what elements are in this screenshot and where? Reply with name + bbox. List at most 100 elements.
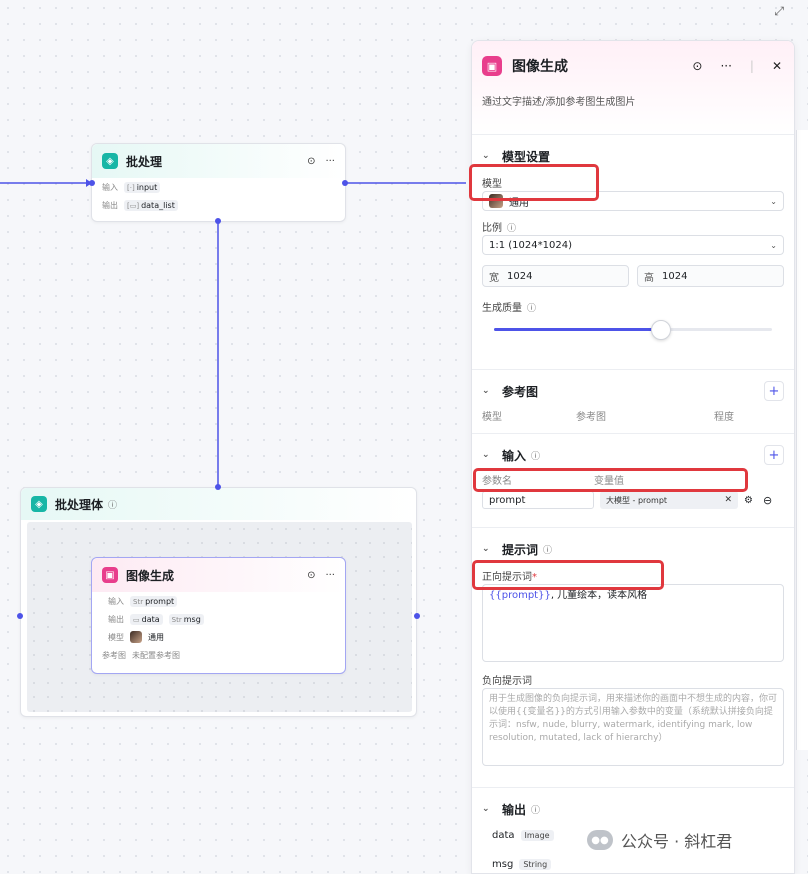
image-node-model-row: 模型 通用 — [92, 628, 345, 646]
batch-node[interactable]: ◈ 批处理 ⊙ ··· 输入 [·] input 输出 [▭] data_list — [91, 143, 346, 222]
image-node-ref-row: 参考图 未配置参考图 — [92, 646, 345, 664]
batch-bottom-port[interactable] — [215, 218, 221, 224]
array-icon: [▭] — [127, 201, 140, 210]
prompt-header[interactable]: ⌄ 提示词 ⓘ — [482, 538, 784, 560]
ref-value: 未配置参考图 — [132, 650, 180, 660]
input-label: 输入 — [108, 596, 124, 606]
info-icon[interactable]: ⓘ — [531, 803, 540, 816]
output-label: 输出 — [102, 200, 118, 210]
chevron-down-icon: ⌄ — [770, 240, 777, 250]
height-input[interactable]: 高 1024 — [637, 265, 784, 287]
reference-section: ⌄ 参考图 + 模型 参考图 程度 — [472, 370, 794, 434]
string-icon: Str — [171, 615, 182, 624]
reference-columns: 模型 参考图 程度 — [482, 412, 734, 423]
batch-node-header: ◈ 批处理 ⊙ ··· — [92, 144, 345, 178]
panel-header: ▣ 图像生成 ⊙ ··· | ✕ 通过文字描述/添加参考图生成图片 — [472, 41, 794, 135]
output-tag: [▭] data_list — [124, 199, 178, 211]
model-avatar — [130, 631, 142, 643]
image-icon: ▣ — [482, 56, 502, 76]
image-icon: ▭ — [133, 615, 140, 624]
info-icon[interactable]: ⓘ — [531, 449, 540, 462]
ratio-select[interactable]: 1:1 (1024*1024) ⌄ — [482, 235, 784, 255]
model-label: 模型 — [108, 632, 124, 642]
layers-icon: ◈ — [102, 153, 118, 169]
info-icon[interactable]: ⓘ — [543, 543, 552, 556]
ratio-label: 比例 ⓘ — [482, 223, 517, 234]
batch-body-top-port[interactable] — [215, 484, 221, 490]
remove-icon[interactable]: ⊖ — [763, 494, 772, 507]
chevron-down-icon[interactable]: ⌄ — [482, 151, 492, 161]
image-gen-node-title: 图像生成 — [126, 568, 175, 583]
batch-node-title: 批处理 — [126, 154, 163, 169]
chevron-down-icon: ⌄ — [770, 196, 777, 206]
quality-label: 生成质量 ⓘ — [482, 303, 537, 314]
info-icon[interactable]: ⓘ — [108, 498, 117, 511]
highlight-prompt — [472, 560, 664, 590]
layers-icon: ◈ — [31, 496, 47, 512]
wechat-icon: ●● — [587, 830, 613, 850]
chevron-down-icon[interactable]: ⌄ — [482, 804, 492, 814]
image-gen-node-header: ▣ 图像生成 ⊙ ··· — [92, 558, 345, 592]
highlight-model — [469, 164, 599, 201]
batch-node-input-row: 输入 [·] input — [92, 178, 345, 196]
batch-body-right-port[interactable] — [414, 613, 420, 619]
edge-panel-fragment — [796, 130, 808, 750]
slider-fill — [494, 328, 661, 331]
input-tag: [·] input — [124, 181, 161, 193]
string-icon: Str — [133, 597, 144, 606]
chevron-down-icon[interactable]: ⌄ — [482, 544, 492, 554]
chevron-down-icon[interactable]: ⌄ — [482, 386, 492, 396]
image-icon: ▣ — [102, 567, 118, 583]
width-input[interactable]: 宽 1024 — [482, 265, 629, 287]
negative-prompt-label: 负向提示词 — [482, 676, 532, 687]
output-row-msg: msg String — [482, 859, 784, 870]
info-icon[interactable]: ⓘ — [527, 304, 536, 314]
model-value: 通用 — [148, 632, 164, 642]
image-gen-node[interactable]: ▣ 图像生成 ⊙ ··· 输入 Str prompt 输出 ▭ data Str msg… — [91, 557, 346, 674]
panel-description: 通过文字描述/添加参考图生成图片 — [482, 97, 636, 108]
expand-icon[interactable]: ⤢ — [774, 4, 784, 19]
run-icon[interactable]: ⊙ — [692, 59, 702, 73]
output-header[interactable]: ⌄ 输出 ⓘ — [482, 798, 784, 820]
panel-title: 图像生成 — [512, 59, 568, 75]
batch-node-output-row: 输出 [▭] data_list — [92, 196, 345, 214]
image-node-output-row: 输出 ▭ data Str msg — [92, 610, 345, 628]
more-icon[interactable]: ··· — [720, 59, 731, 73]
run-icon[interactable]: ⊙ — [307, 570, 315, 581]
output-label: 输出 — [108, 614, 124, 624]
run-icon[interactable]: ⊙ — [307, 156, 315, 167]
negative-prompt-input[interactable]: 用于生成图像的负向提示词，用来描述你的画面中不想生成的内容，你可以使用{{变量名… — [482, 688, 784, 766]
batch-body-header: ◈ 批处理体 ⓘ — [21, 488, 416, 520]
output-tag-data: ▭ data — [130, 613, 163, 625]
divider: | — [749, 59, 754, 73]
settings-icon[interactable]: ⚙ — [744, 495, 753, 506]
param-value-select[interactable]: 大模型 - prompt ✕ — [600, 491, 738, 509]
ref-label: 参考图 — [102, 650, 126, 660]
more-icon[interactable]: ··· — [325, 156, 335, 167]
batch-body-title: 批处理体 — [55, 497, 104, 512]
input-label: 输入 — [102, 182, 118, 192]
image-node-input-row: 输入 Str prompt — [92, 592, 345, 610]
output-tag-msg: Str msg — [168, 613, 204, 625]
chevron-down-icon[interactable]: ⌄ — [482, 450, 492, 460]
clear-icon[interactable]: ✕ — [724, 495, 732, 505]
param-name-input[interactable]: prompt — [482, 491, 594, 509]
add-input-button[interactable]: + — [764, 445, 784, 465]
quality-slider[interactable] — [482, 317, 784, 341]
info-icon[interactable]: ⓘ — [507, 224, 516, 234]
slider-handle[interactable] — [650, 320, 671, 340]
close-icon[interactable]: ✕ — [772, 59, 782, 73]
batch-body-left-port[interactable] — [17, 613, 23, 619]
array-icon: [·] — [127, 183, 135, 192]
input-tag: Str prompt — [130, 595, 178, 607]
batch-in-port[interactable] — [89, 180, 95, 186]
highlight-input — [473, 468, 748, 492]
more-icon[interactable]: ··· — [325, 570, 335, 581]
positive-prompt-input[interactable]: {{prompt}}, 儿童绘本，读本风格 — [482, 584, 784, 662]
input-header[interactable]: ⌄ 输入 ⓘ + — [482, 444, 784, 466]
batch-out-port[interactable] — [342, 180, 348, 186]
watermark: ●● 公众号 · 斜杠君 — [587, 828, 732, 852]
slider-track[interactable] — [494, 320, 772, 340]
add-reference-button[interactable]: + — [764, 381, 784, 401]
reference-header[interactable]: ⌄ 参考图 + — [482, 380, 784, 402]
